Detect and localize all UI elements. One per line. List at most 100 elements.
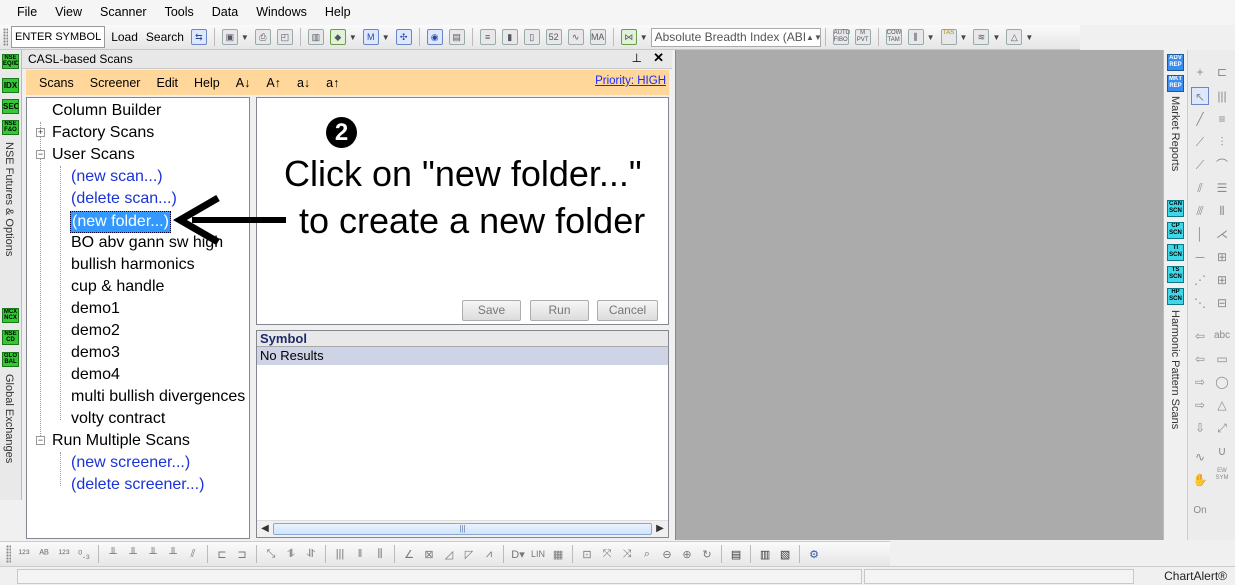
arrow-right-icon[interactable]: ⇨	[1191, 373, 1209, 391]
tree-scan-item[interactable]: bullish harmonics	[71, 255, 195, 275]
vbars2-icon[interactable]: ‖	[353, 548, 367, 560]
wave-icon[interactable]: ≋	[973, 29, 990, 45]
tree-column-builder[interactable]: Column Builder	[52, 101, 161, 121]
fan-icon[interactable]: ⋰	[1191, 271, 1209, 289]
tree-delete-scan[interactable]: (delete scan...)	[71, 189, 177, 209]
scroll-left-icon[interactable]: ◀	[258, 522, 272, 536]
font-decrease-button[interactable]: A↓	[228, 76, 259, 90]
tas-star-icon[interactable]: TAS	[940, 29, 957, 45]
close-icon[interactable]: ✕	[653, 50, 664, 66]
indicator-combo[interactable]: Absolute Breadth Index (ABI ▲▼	[650, 27, 821, 47]
ti-scn-button[interactable]: TI SCN	[1167, 244, 1184, 261]
list-icon[interactable]: ≡	[479, 29, 496, 45]
arrow-right2-icon[interactable]: ⇨	[1191, 396, 1209, 414]
priority-link[interactable]: Priority: HIGH	[595, 75, 666, 87]
nse-futures-options-label[interactable]: NSE Futures & Options	[3, 142, 15, 256]
zoom-pattern-icon[interactable]: ⊠	[422, 548, 436, 561]
scans-menu[interactable]: Scans	[31, 76, 82, 90]
bar-chart-icon[interactable]: ▮	[501, 29, 518, 45]
chevron-down-icon[interactable]: ▼	[241, 33, 249, 42]
menu-help[interactable]: Help	[316, 0, 360, 25]
trend-tool-icon[interactable]: ≡	[1213, 110, 1231, 128]
tree-factory-scans[interactable]: Factory Scans	[52, 123, 154, 143]
triangle-icon[interactable]: △	[1213, 396, 1231, 414]
parallel-icon[interactable]: ⫽	[1191, 179, 1209, 197]
toolbar-grip[interactable]	[6, 545, 11, 563]
harmonic2-icon[interactable]: ◸	[462, 548, 476, 561]
menu-view[interactable]: View	[46, 0, 91, 25]
52w-hilo-icon[interactable]: 52	[545, 29, 562, 45]
small-font-decrease-button[interactable]: a↓	[289, 76, 318, 90]
vbars-icon[interactable]: |||	[333, 548, 347, 560]
tree-scan-item[interactable]: demo1	[71, 299, 120, 319]
box-icon[interactable]: ⊏	[215, 548, 229, 561]
grid-toggle-icon[interactable]: ▦	[551, 548, 565, 561]
pin-icon[interactable]: ⊥	[632, 51, 642, 65]
pattern4-icon[interactable]: ╨	[166, 548, 180, 560]
enter-symbol-button[interactable]: ENTER SYMBOL	[11, 26, 106, 48]
grid3-icon[interactable]: ⊟	[1213, 294, 1231, 312]
tree-scan-item[interactable]: cup & handle	[71, 277, 164, 297]
lines-icon[interactable]: ☰	[1213, 179, 1231, 197]
tree-new-screener[interactable]: (new screener...)	[71, 453, 190, 473]
harmonic-pattern-scans-label[interactable]: Harmonic Pattern Scans	[1169, 310, 1181, 429]
adv-rep-button[interactable]: ADV REP	[1167, 54, 1184, 71]
abc-pattern-icon[interactable]: ⩘	[482, 548, 496, 561]
ellipse-icon[interactable]: ◯	[1213, 373, 1231, 391]
tree-scan-item[interactable]: demo4	[71, 365, 120, 385]
chevron-down-icon[interactable]: ▼	[1025, 33, 1033, 42]
arrow-left2-icon[interactable]: ⇦	[1191, 350, 1209, 368]
notes-icon[interactable]: ▤	[729, 548, 743, 561]
expand-view-icon[interactable]: ⤧	[600, 548, 614, 561]
save-button[interactable]: Save	[462, 300, 521, 321]
scroll-right-icon[interactable]: ▶	[653, 522, 667, 536]
chart-export-icon[interactable]: ▥	[307, 29, 324, 45]
wave-count-icon[interactable]: ¹²³	[17, 548, 31, 560]
tool2-icon[interactable]: ⥮	[284, 548, 298, 561]
line-h-icon[interactable]: ⊐	[235, 548, 249, 561]
pointer-icon[interactable]: ↖	[1191, 87, 1209, 105]
zoom-search-icon[interactable]: ⌕	[640, 548, 654, 561]
save-icon[interactable]: ▣	[221, 29, 238, 45]
crosshair-icon[interactable]: +	[1191, 63, 1209, 81]
menu-tools[interactable]: Tools	[156, 0, 203, 25]
load-button[interactable]: Load	[107, 27, 142, 47]
arrow-left-icon[interactable]: ⇦	[1191, 327, 1209, 345]
ruler-icon[interactable]: ⊏	[1213, 63, 1231, 81]
doc2-icon[interactable]: ▧	[778, 548, 792, 561]
diamond-icon[interactable]: ◆	[329, 29, 346, 45]
wave-tool-icon[interactable]: ∿	[1191, 448, 1209, 466]
shrink-view-icon[interactable]: ⤨	[620, 548, 634, 561]
global-exchanges-label[interactable]: Global Exchanges	[3, 374, 15, 463]
grid2-icon[interactable]: ⊞	[1213, 271, 1231, 289]
chevron-down-icon[interactable]: ▼	[349, 33, 357, 42]
window-icon[interactable]: ▤	[448, 29, 465, 45]
can-scn-button[interactable]: CAN SCN	[1167, 200, 1184, 217]
scan-wizard-icon[interactable]: ⇆	[190, 29, 207, 45]
scrollbar-thumb[interactable]: |||	[273, 523, 652, 535]
pattern2-icon[interactable]: ╨	[126, 548, 140, 560]
horizontal-scrollbar[interactable]: ◀ ||| ▶	[257, 520, 668, 537]
vbars3-icon[interactable]: ⫼	[373, 548, 387, 561]
cow-tam-icon[interactable]: COW TAM	[885, 29, 902, 45]
breadth-icon[interactable]: ⋈	[620, 29, 637, 45]
hand-icon[interactable]: ✋	[1191, 471, 1209, 489]
tree-user-scans[interactable]: User Scans	[52, 145, 135, 165]
pattern5-icon[interactable]: ⫽	[186, 548, 200, 561]
pattern3-icon[interactable]: ╨	[146, 548, 160, 560]
help-menu[interactable]: Help	[186, 76, 228, 90]
collapse-icon[interactable]: −	[36, 150, 45, 159]
doc-icon[interactable]: ▥	[758, 548, 772, 561]
mcx-ncx-button[interactable]: MCX NCX	[2, 308, 19, 323]
tree-scan-item[interactable]: demo2	[71, 321, 120, 341]
zoom-out-icon[interactable]: ⊖	[660, 548, 674, 561]
edit-menu[interactable]: Edit	[148, 76, 186, 90]
vertical-line-icon[interactable]: │	[1191, 225, 1209, 243]
ew-sym-icon[interactable]: EW SYM	[1213, 468, 1231, 486]
pattern1-icon[interactable]: ╨	[106, 548, 120, 560]
chevron-down-icon[interactable]: ▼	[992, 33, 1000, 42]
screener-menu[interactable]: Screener	[82, 76, 149, 90]
collapse-icon[interactable]: −	[36, 436, 45, 445]
ratio-icon[interactable]: ⁰.₃	[77, 548, 91, 561]
fit-icon[interactable]: ⊡	[580, 548, 594, 561]
